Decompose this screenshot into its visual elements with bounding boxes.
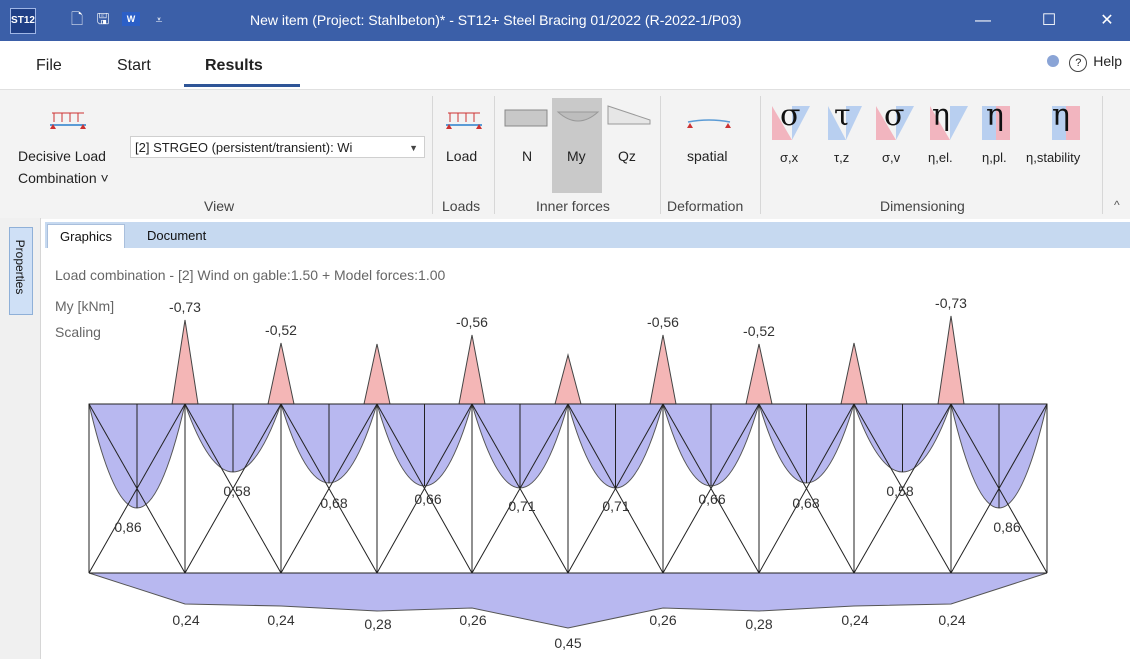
- mid-value-label: 0,58: [886, 483, 913, 499]
- bottom-value-label: 0,24: [172, 612, 199, 628]
- peak-value-label: -0,52: [265, 322, 297, 338]
- negative-moment-peak: [840, 342, 868, 405]
- peak-value-label: -0,52: [743, 323, 775, 339]
- mid-value-label: 0,58: [223, 483, 250, 499]
- moment-diagram: -0,73 -0,52 -0,56 -0,56 -0,52 -0,73 0,86 0,58 0,…: [88, 295, 1048, 651]
- negative-moment-peak: [171, 319, 199, 405]
- mid-value-label: 0,86: [114, 519, 141, 535]
- mid-value-label: 0,71: [602, 498, 629, 514]
- peak-value-label: -0,56: [456, 314, 488, 330]
- negative-moment-peak: [937, 315, 965, 405]
- bottom-value-label: 0,24: [938, 612, 965, 628]
- peak-value-label: -0,56: [647, 314, 679, 330]
- bottom-value-label: 0,26: [649, 612, 676, 628]
- mid-value-label: 0,68: [792, 495, 819, 511]
- bottom-value-label: 0,28: [364, 616, 391, 632]
- bottom-value-label: 0,24: [267, 612, 294, 628]
- mid-value-label: 0,66: [414, 491, 441, 507]
- mid-value-label: 0,71: [508, 498, 535, 514]
- negative-moment-peak: [267, 342, 295, 405]
- negative-moment-peak: [554, 353, 582, 405]
- negative-moment-peak: [458, 334, 486, 405]
- mid-value-label: 0,68: [320, 495, 347, 511]
- negative-moment-peak: [649, 334, 677, 405]
- bottom-chord-moment: [88, 572, 1048, 629]
- bottom-value-label: 0,45: [554, 635, 581, 651]
- bottom-value-label: 0,26: [459, 612, 486, 628]
- mid-value-label: 0,86: [993, 519, 1020, 535]
- negative-moment-peak: [745, 343, 773, 405]
- mid-value-label: 0,66: [698, 491, 725, 507]
- bottom-value-label: 0,24: [841, 612, 868, 628]
- bottom-value-label: 0,28: [745, 616, 772, 632]
- peak-value-label: -0,73: [169, 299, 201, 315]
- negative-moment-peak: [363, 343, 391, 405]
- peak-value-label: -0,73: [935, 295, 967, 311]
